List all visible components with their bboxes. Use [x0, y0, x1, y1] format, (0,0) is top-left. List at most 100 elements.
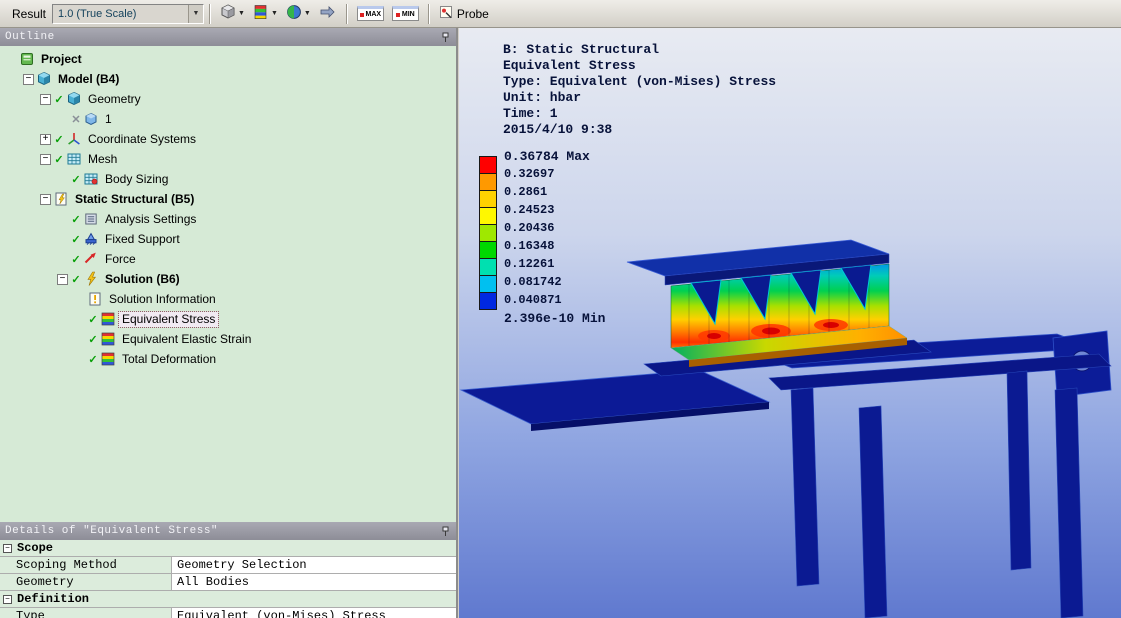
toolbar-separator	[209, 3, 212, 24]
legend-value: 2.396e-10 Min	[504, 311, 606, 326]
tree-item-static-structural-b5[interactable]: − Static Structural (B5)	[0, 189, 456, 209]
geometry-display-button[interactable]: ▼	[216, 3, 249, 25]
viewport-annotation-line: Type: Equivalent (von-Mises) Stress	[503, 74, 777, 89]
tree-item-1[interactable]: ✕ 1	[0, 109, 456, 129]
sphere-icon	[286, 4, 302, 23]
tree-item-label[interactable]: Solution (B6)	[102, 272, 183, 287]
model-icon	[36, 71, 52, 87]
expand-toggle[interactable]: +	[40, 133, 51, 145]
result-icon	[100, 351, 116, 367]
stress-legend[interactable]: 0.36784 Max 0.32697 0.2861 0.24523 0.20436 0.…	[479, 149, 649, 336]
collapse-toggle[interactable]: −	[40, 93, 51, 105]
max-annotation-button[interactable]: MAX	[353, 3, 388, 25]
tree-item-model-b4[interactable]: − Model (B4)	[0, 69, 456, 89]
settings-icon	[83, 211, 99, 227]
chevron-down-icon: ▼	[303, 10, 311, 17]
tree-item-label[interactable]: Model (B4)	[55, 72, 122, 87]
tree-item-label[interactable]: Equivalent Stress	[117, 310, 220, 328]
legend-value: 0.24523	[504, 203, 555, 217]
tree-item-equivalent-elastic-strain[interactable]: ✓ Equivalent Elastic Strain	[0, 329, 456, 349]
row-value[interactable]: Equivalent (von-Mises) Stress	[172, 609, 456, 618]
tree-item-project[interactable]: Project	[0, 49, 456, 69]
result-icon	[100, 331, 116, 347]
result-icon	[100, 311, 116, 327]
row-value[interactable]: All Bodies	[172, 575, 456, 589]
cube-icon	[220, 4, 236, 23]
tree-item-force[interactable]: ✓ Force	[0, 249, 456, 269]
tree-item-label[interactable]: Static Structural (B5)	[72, 192, 197, 207]
section-label: Scope	[17, 541, 54, 555]
suppress-mark: ✕	[71, 113, 81, 126]
graphics-viewport[interactable]: B: Static Structural Equivalent Stress Typ…	[459, 28, 1121, 618]
tree-item-solution-information[interactable]: Solution Information	[0, 289, 456, 309]
result-menu[interactable]: Result	[6, 7, 52, 21]
tree-item-label[interactable]: 1	[102, 112, 115, 127]
fixture-frame	[459, 330, 1112, 618]
chevron-down-icon: ▼	[270, 10, 278, 17]
arrow-icon	[319, 4, 337, 23]
viewport-annotation-line: Equivalent Stress	[503, 58, 636, 73]
legend-band	[479, 207, 497, 225]
solinfo-icon	[87, 291, 103, 307]
tree-item-label[interactable]: Solution Information	[106, 292, 219, 307]
viewport-annotation-line: Time: 1	[503, 106, 558, 121]
legend-value: 0.36784 Max	[504, 149, 590, 164]
pin-icon[interactable]	[440, 526, 451, 537]
legend-value: 0.20436	[504, 221, 555, 235]
row-value[interactable]: Geometry Selection	[172, 558, 456, 572]
tree-item-label[interactable]: Body Sizing	[102, 172, 171, 187]
tree-item-equivalent-stress[interactable]: ✓ Equivalent Stress	[0, 309, 456, 329]
tree-item-mesh[interactable]: − ✓ Mesh	[0, 149, 456, 169]
tree-item-analysis-settings[interactable]: ✓ Analysis Settings	[0, 209, 456, 229]
details-section-definition[interactable]: − Definition	[0, 591, 456, 608]
collapse-toggle[interactable]: −	[40, 193, 51, 205]
check-mark: ✓	[54, 133, 64, 146]
tree-item-solution-b6[interactable]: − ✓ Solution (B6)	[0, 269, 456, 289]
legend-band	[479, 224, 497, 242]
tree-item-label[interactable]: Analysis Settings	[102, 212, 199, 227]
legend-band	[479, 292, 497, 310]
tree-item-label[interactable]: Coordinate Systems	[85, 132, 199, 147]
collapse-toggle[interactable]: −	[40, 153, 51, 165]
chevron-down-icon: ▼	[238, 10, 245, 17]
probe-label: Probe	[456, 6, 489, 21]
contours-button[interactable]: ▼	[249, 3, 282, 25]
tree-item-label[interactable]: Mesh	[85, 152, 120, 167]
tree-item-label[interactable]: Geometry	[85, 92, 144, 107]
tree-item-geometry[interactable]: − ✓ Geometry	[0, 89, 456, 109]
geometry-icon	[66, 91, 82, 107]
result-toolbar: Result 1.0 (True Scale) ▼ ▼ ▼ ▼ MAX MIN …	[0, 0, 1121, 28]
tree-item-fixed-support[interactable]: ✓ Fixed Support	[0, 229, 456, 249]
min-icon: MIN	[391, 6, 419, 21]
check-mark: ✓	[54, 153, 64, 166]
mesh-icon	[66, 151, 82, 167]
edges-button[interactable]: ▼	[282, 3, 315, 25]
legend-band	[479, 241, 497, 259]
section-label: Definition	[17, 592, 90, 606]
outline-title: Outline	[5, 31, 55, 43]
tree-item-label[interactable]: Fixed Support	[102, 232, 183, 247]
chevron-down-icon[interactable]: ▼	[188, 4, 204, 23]
viewport-annotation-line: 2015/4/10 9:38	[503, 122, 613, 137]
pin-icon[interactable]	[440, 32, 451, 43]
tree-item-label[interactable]: Equivalent Elastic Strain	[119, 332, 254, 347]
tree-item-body-sizing[interactable]: ✓ Body Sizing	[0, 169, 456, 189]
solution-icon	[83, 271, 99, 287]
tree-item-label[interactable]: Project	[38, 52, 85, 67]
collapse-toggle[interactable]: −	[57, 273, 68, 285]
details-panel: Details of "Equivalent Stress" − Scope Sco…	[0, 522, 458, 618]
details-section-scope[interactable]: − Scope	[0, 540, 456, 557]
details-row-scoping-method: Scoping Method Geometry Selection	[0, 557, 456, 574]
collapse-toggle[interactable]: −	[3, 594, 12, 604]
scale-combobox[interactable]: 1.0 (True Scale) ▼	[52, 3, 205, 24]
min-annotation-button[interactable]: MIN	[388, 3, 423, 25]
tree-item-label[interactable]: Total Deformation	[119, 352, 219, 367]
tree-item-coordinate-systems[interactable]: + ✓ Coordinate Systems	[0, 129, 456, 149]
collapse-toggle[interactable]: −	[23, 73, 34, 85]
tree-item-label[interactable]: Force	[102, 252, 139, 267]
probe-button[interactable]: Probe	[435, 3, 493, 25]
check-mark: ✓	[88, 353, 98, 366]
tree-item-total-deformation[interactable]: ✓ Total Deformation	[0, 349, 456, 369]
collapse-toggle[interactable]: −	[3, 543, 12, 553]
vectors-button[interactable]	[315, 3, 341, 25]
